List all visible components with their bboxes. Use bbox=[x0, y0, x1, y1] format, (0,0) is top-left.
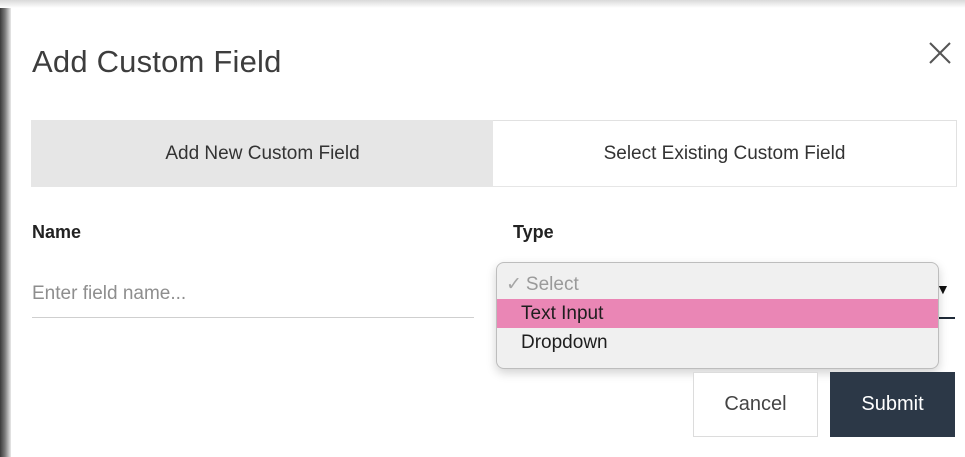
name-label: Name bbox=[32, 222, 82, 242]
window-top-shadow bbox=[0, 0, 965, 8]
cancel-button[interactable]: Cancel bbox=[693, 372, 818, 437]
tab-select-existing-custom-field[interactable]: Select Existing Custom Field bbox=[493, 120, 957, 187]
dropdown-option-dropdown[interactable]: Dropdown bbox=[497, 328, 938, 357]
submit-button[interactable]: Submit bbox=[830, 372, 955, 437]
window-edge bbox=[0, 0, 11, 457]
tab-add-new-custom-field[interactable]: Add New Custom Field bbox=[31, 120, 494, 187]
dropdown-option-text-input[interactable]: Text Input bbox=[497, 299, 938, 328]
checkmark-icon: ✓ bbox=[506, 274, 522, 295]
add-custom-field-modal: Add Custom Field Add New Custom Field Se… bbox=[11, 8, 965, 457]
option-label: Select bbox=[525, 274, 579, 295]
tab-label: Add New Custom Field bbox=[165, 142, 360, 164]
tab-bar: Add New Custom Field Select Existing Cus… bbox=[31, 120, 957, 187]
option-label: Dropdown bbox=[521, 332, 608, 353]
dropdown-option-select[interactable]: ✓ Select bbox=[497, 270, 938, 299]
type-dropdown-menu[interactable]: ✓ Select Text Input Dropdown bbox=[496, 262, 939, 369]
close-icon[interactable] bbox=[925, 38, 955, 68]
option-label: Text Input bbox=[521, 303, 604, 324]
type-label: Type bbox=[513, 222, 554, 242]
name-input[interactable] bbox=[32, 270, 474, 318]
modal-title: Add Custom Field bbox=[32, 44, 282, 79]
tab-label: Select Existing Custom Field bbox=[603, 142, 846, 164]
